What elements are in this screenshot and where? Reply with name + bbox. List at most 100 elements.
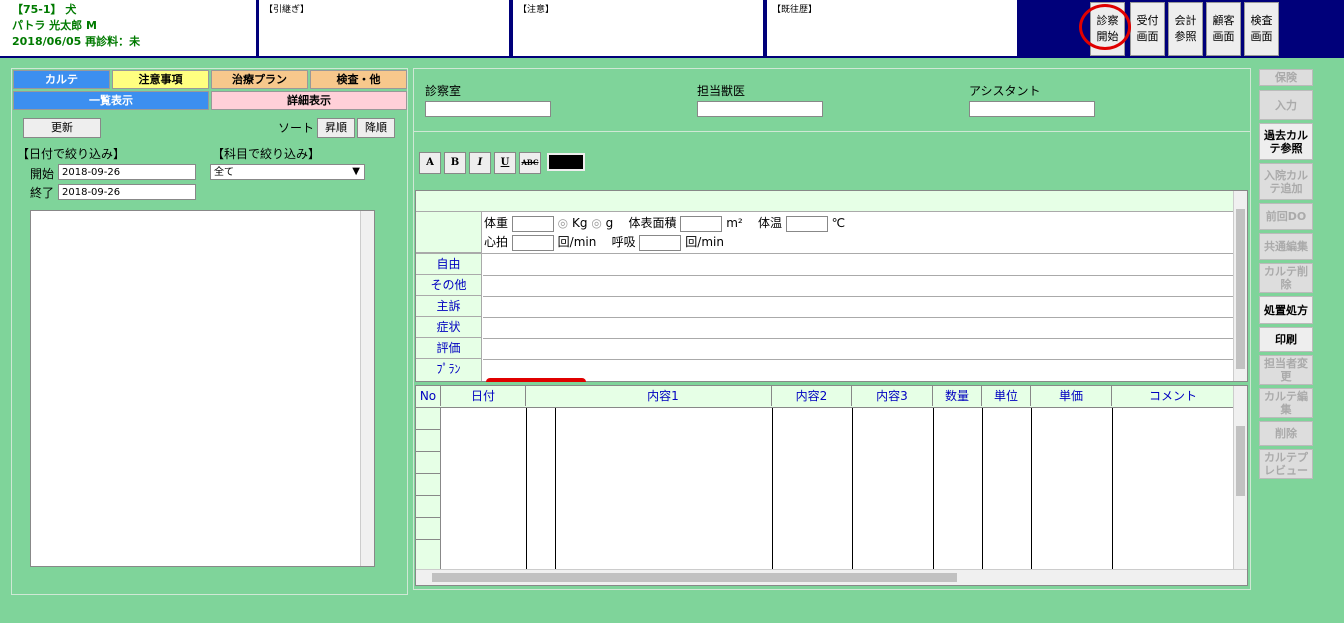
previous-do-button[interactable]: 前回DO: [1259, 203, 1313, 230]
hr-input[interactable]: [511, 234, 554, 251]
change-staff-button[interactable]: 担当者変更: [1259, 355, 1313, 385]
highlight-circle: [1079, 4, 1131, 50]
tab-notes[interactable]: 注意事項: [112, 70, 209, 89]
col-line: [526, 408, 527, 569]
hr-label: 心拍: [484, 235, 509, 249]
strikethrough-button[interactable]: ABC: [519, 152, 541, 174]
temp-input[interactable]: [785, 215, 828, 232]
col-content1[interactable]: 内容1: [555, 386, 772, 406]
input-button[interactable]: 入力: [1259, 90, 1313, 120]
customer-screen-button[interactable]: 顧客 画面: [1206, 2, 1241, 56]
sort-asc-button[interactable]: 昇順: [317, 118, 355, 138]
col-no[interactable]: No: [416, 386, 441, 406]
history-label: 【既往歴】: [772, 5, 818, 15]
tab-karte[interactable]: カルテ: [13, 70, 110, 89]
divider: [414, 131, 1250, 132]
sort-label: ソート: [278, 121, 315, 135]
tab-treatment-plan[interactable]: 治療プラン: [211, 70, 308, 89]
weight-input[interactable]: [511, 215, 554, 232]
scroll-thumb[interactable]: [1236, 209, 1245, 369]
col-content2[interactable]: 内容2: [772, 386, 852, 406]
record-list-scrollbar[interactable]: [360, 211, 374, 566]
col-price[interactable]: 単価: [1031, 386, 1112, 406]
assistant-label: アシスタント: [969, 84, 1041, 98]
color-picker[interactable]: [547, 153, 585, 171]
bold-button[interactable]: B: [444, 152, 466, 174]
vet-label: 担当獣医: [697, 84, 746, 98]
add-hospitalization-button[interactable]: 入院カルテ追加: [1259, 163, 1313, 200]
col-comment[interactable]: コメント: [1112, 386, 1234, 406]
delete-record-button[interactable]: カルテ削除: [1259, 263, 1313, 293]
temp-label: 体温: [757, 216, 782, 230]
end-date-input[interactable]: 2018-09-26: [58, 184, 196, 200]
reception-screen-button[interactable]: 受付 画面: [1130, 2, 1165, 56]
hscroll-thumb[interactable]: [432, 573, 957, 582]
caution-label: 【注意】: [518, 5, 555, 15]
resp-input[interactable]: [639, 234, 682, 251]
row-number-cell: [416, 540, 440, 562]
record-grid-scrollbar[interactable]: [1233, 191, 1247, 381]
history-memo[interactable]: 【既往歴】: [767, 0, 1017, 56]
vet-input[interactable]: [697, 101, 823, 117]
vitals-label-cell: [416, 212, 482, 253]
preview-button[interactable]: カルテプレビュー: [1259, 449, 1313, 479]
btn-label: 画面: [1250, 30, 1273, 43]
exam-screen-button[interactable]: 検査 画面: [1244, 2, 1279, 56]
start-date-input[interactable]: 2018-09-26: [58, 164, 196, 180]
row-number-cell: [416, 518, 440, 540]
btn-label: 検査: [1250, 14, 1273, 27]
dropdown-arrow-icon: ▼: [352, 166, 360, 177]
btn-label: 画面: [1212, 30, 1235, 43]
col-line: [1112, 408, 1113, 569]
col-line: [852, 408, 853, 569]
sort-desc-button[interactable]: 降順: [357, 118, 395, 138]
row-number-cell: [416, 496, 440, 518]
vitals-row: 体重 ◎ Kg ◎ g 体表面積 m² 体温 ℃ 心拍 回/min 呼吸 回/m…: [484, 214, 1232, 252]
divider: [416, 253, 1234, 254]
print-button[interactable]: 印刷: [1259, 327, 1313, 352]
subject-select[interactable]: 全て ▼: [210, 164, 365, 180]
insurance-button[interactable]: 保険: [1259, 69, 1313, 86]
patient-info: 【75-1】 犬 パトラ 光太郎 M 2018/06/05 再診料：未: [0, 0, 256, 56]
kg-label: Kg: [571, 216, 588, 230]
red-marker: [486, 378, 586, 382]
col-date[interactable]: 日付: [441, 386, 526, 406]
kg-radio[interactable]: ◎: [558, 216, 568, 230]
bsa-input[interactable]: [680, 215, 723, 232]
font-button[interactable]: A: [419, 152, 441, 174]
italic-button[interactable]: I: [469, 152, 491, 174]
past-records-button[interactable]: 過去カルテ参照: [1259, 123, 1313, 160]
col-line: [933, 408, 934, 569]
col-content3[interactable]: 内容3: [852, 386, 933, 406]
divider: [483, 296, 1234, 297]
accounting-button[interactable]: 会計 参照: [1168, 2, 1203, 56]
handover-memo[interactable]: 【引継ぎ】: [259, 0, 509, 56]
resp-label: 呼吸: [611, 235, 636, 249]
delete-button[interactable]: 削除: [1259, 421, 1313, 446]
row-label-plan: ﾌﾟﾗﾝ: [416, 359, 482, 381]
row-label-free: 自由: [416, 254, 482, 275]
edit-record-button[interactable]: カルテ編集: [1259, 388, 1313, 418]
underline-button[interactable]: U: [494, 152, 516, 174]
exam-room-input[interactable]: [425, 101, 551, 117]
treatment-prescription-button[interactable]: 処置処方: [1259, 296, 1313, 324]
g-radio[interactable]: ◎: [591, 216, 601, 230]
handover-label: 【引継ぎ】: [264, 5, 310, 15]
record-grid: 体重 ◎ Kg ◎ g 体表面積 m² 体温 ℃ 心拍 回/min 呼吸 回/m…: [415, 190, 1248, 382]
common-edit-button[interactable]: 共通編集: [1259, 233, 1313, 260]
weight-label: 体重: [484, 216, 509, 230]
record-list[interactable]: [30, 210, 375, 567]
scroll-thumb[interactable]: [1236, 426, 1245, 496]
tab-tests[interactable]: 検査・他: [310, 70, 407, 89]
subject-value: 全て: [214, 167, 234, 178]
detail-view-tab[interactable]: 詳細表示: [211, 91, 407, 110]
col-qty[interactable]: 数量: [933, 386, 982, 406]
caution-memo[interactable]: 【注意】: [513, 0, 763, 56]
items-hscrollbar[interactable]: [416, 569, 1247, 585]
items-vscrollbar[interactable]: [1233, 386, 1247, 569]
list-view-tab[interactable]: 一覧表示: [13, 91, 209, 110]
assistant-input[interactable]: [969, 101, 1095, 117]
refresh-button[interactable]: 更新: [23, 118, 101, 138]
col-unit[interactable]: 単位: [982, 386, 1031, 406]
btn-label: 会計: [1174, 14, 1197, 27]
